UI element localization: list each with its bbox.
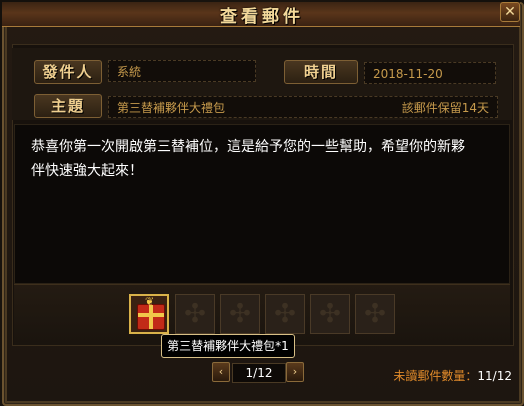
page-indicator: 1/12 [232, 363, 286, 383]
gift-box-icon: ❦ [137, 296, 165, 330]
mail-body-line: 伴快速強大起來！ [31, 163, 143, 179]
next-page-button[interactable]: › [286, 362, 304, 382]
mail-body-line: 恭喜你第一次開啟第三替補位，這是給予您的一些幫助，希望你的新夥 [31, 139, 465, 155]
prev-page-button[interactable]: ‹ [212, 362, 230, 382]
subject-label: 主題 [34, 94, 102, 118]
attachment-slot-6[interactable] [355, 294, 395, 334]
subject-field: 第三替補夥伴大禮包 該郵件保留14天 [108, 96, 498, 118]
mail-body: 恭喜你第一次開啟第三替補位，這是給予您的一些幫助，希望你的新夥 伴快速強大起來！ [14, 124, 510, 284]
attachment-slot-4[interactable] [265, 294, 305, 334]
unread-count: 未讀郵件數量：11/12 [393, 367, 512, 384]
retention-text: 該郵件保留14天 [401, 101, 489, 115]
attachment-slot-5[interactable] [310, 294, 350, 334]
sender-field: 系統 [108, 60, 256, 82]
time-field: 2018-11-20 [364, 62, 496, 84]
time-label: 時間 [284, 60, 358, 84]
unread-value: 11/12 [477, 369, 512, 383]
close-icon[interactable]: ✕ [500, 2, 520, 22]
window-title: 查看郵件 [220, 7, 304, 27]
attachment-tooltip: 第三替補夥伴大禮包*1 [161, 334, 295, 358]
attachment-slot-3[interactable] [220, 294, 260, 334]
sender-label: 發件人 [34, 60, 102, 84]
attachment-slot-2[interactable] [175, 294, 215, 334]
subject-text: 第三替補夥伴大禮包 [117, 101, 226, 115]
unread-label: 未讀郵件數量： [393, 369, 478, 383]
attachment-slot-1[interactable]: ❦ [129, 294, 169, 334]
